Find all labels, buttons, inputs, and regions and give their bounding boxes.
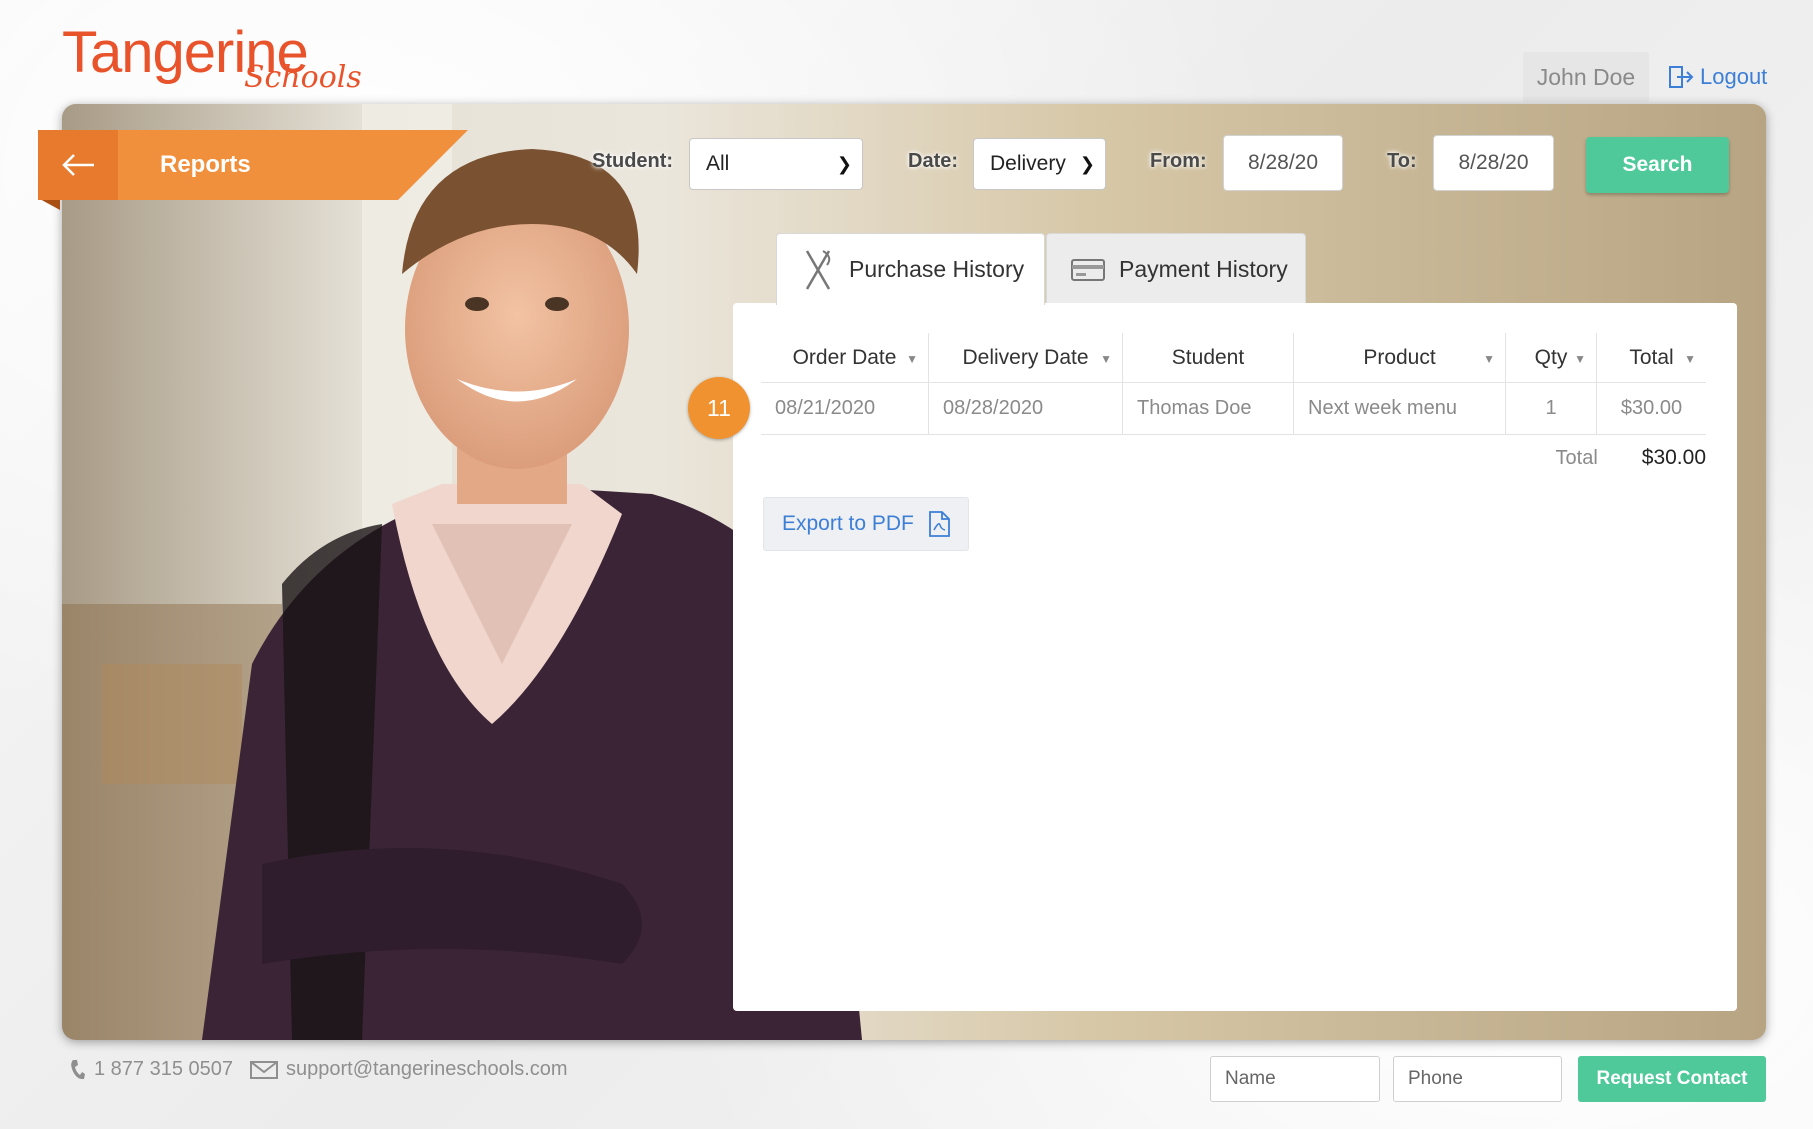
to-label: To: — [1387, 150, 1417, 172]
total-label: Total — [1555, 446, 1598, 469]
logo-subname: Schools — [244, 60, 362, 95]
cell-qty: 1 — [1506, 383, 1597, 434]
phone-icon — [71, 1059, 85, 1079]
table-header: Order Date ▼ Delivery Date ▼ Student Produ… — [761, 333, 1706, 383]
contact-phone-input[interactable]: Phone — [1393, 1056, 1562, 1102]
page-title: Reports — [118, 130, 468, 200]
tab-label: Purchase History — [849, 256, 1025, 282]
user-name-chip[interactable]: John Doe — [1523, 52, 1649, 102]
column-label: Order Date — [792, 345, 897, 369]
from-date-input[interactable]: 8/28/20 — [1223, 135, 1343, 191]
total-value: $30.00 — [1641, 446, 1706, 469]
cell-order-date: 08/21/2020 — [761, 383, 929, 434]
column-header-delivery-date[interactable]: Delivery Date ▼ — [929, 333, 1123, 382]
tab-label: Payment History — [1119, 256, 1288, 282]
search-button[interactable]: Search — [1586, 137, 1729, 193]
to-date-input[interactable]: 8/28/20 — [1433, 135, 1554, 191]
column-label: Qty — [1534, 345, 1568, 369]
column-label: Total — [1629, 345, 1674, 369]
chevron-down-icon: ❯ — [836, 153, 852, 174]
credit-card-icon — [1071, 258, 1105, 281]
from-label: From: — [1150, 150, 1207, 172]
phone-number: 1 877 315 0507 — [94, 1058, 234, 1080]
sort-icon: ▼ — [1100, 352, 1112, 366]
column-header-student[interactable]: Student — [1123, 333, 1294, 382]
request-contact-button[interactable]: Request Contact — [1578, 1056, 1766, 1102]
chevron-down-icon: ❯ — [1079, 153, 1095, 174]
page-title-text: Reports — [160, 151, 251, 178]
column-label: Product — [1363, 345, 1436, 369]
export-pdf-button[interactable]: Export to PDF — [763, 497, 969, 551]
table-total-row: Total $30.00 — [761, 433, 1706, 483]
sort-icon: ▼ — [1483, 352, 1495, 366]
tangerine-logo[interactable]: Tangerine Schools — [62, 18, 362, 98]
cell-total: $30.00 — [1620, 397, 1683, 419]
student-select[interactable]: All ❯ — [689, 138, 863, 190]
logout-label: Logout — [1700, 64, 1768, 89]
sort-icon: ▼ — [906, 352, 918, 366]
pdf-icon — [928, 511, 950, 537]
footer-phone[interactable]: 1 877 315 0507 — [70, 1058, 233, 1081]
column-header-qty[interactable]: Qty ▼ — [1506, 333, 1597, 382]
date-filter-label: Date: — [908, 150, 959, 172]
cell-student: Thomas Doe — [1123, 383, 1294, 434]
contact-name-input[interactable]: Name — [1210, 1056, 1380, 1102]
sort-icon: ▼ — [1574, 352, 1586, 366]
column-header-order-date[interactable]: Order Date ▼ — [761, 333, 929, 382]
column-label: Delivery Date — [962, 345, 1089, 369]
column-header-total[interactable]: Total ▼ — [1597, 333, 1706, 382]
student-filter-label: Student: — [592, 150, 674, 172]
sort-icon: ▼ — [1684, 352, 1696, 366]
date-type-select[interactable]: Delivery ❯ — [973, 138, 1106, 190]
back-button[interactable] — [38, 130, 118, 200]
tab-payment-history[interactable]: Payment History — [1046, 233, 1306, 305]
cell-product: Next week menu — [1294, 383, 1506, 434]
logout-link[interactable]: Logout — [1668, 60, 1767, 94]
date-type-value: Delivery — [990, 152, 1066, 175]
reports-banner: Reports — [38, 130, 468, 210]
table-row[interactable]: 08/21/2020 08/28/2020 Thomas Doe Next we… — [761, 383, 1706, 435]
tab-purchase-history[interactable]: Purchase History — [776, 233, 1045, 305]
footer-email[interactable]: support@tangerineschools.com — [250, 1058, 568, 1081]
email-address: support@tangerineschools.com — [286, 1058, 568, 1080]
export-label: Export to PDF — [782, 512, 914, 535]
logout-icon — [1669, 66, 1694, 88]
step-number-badge: 11 — [688, 377, 750, 439]
envelope-icon — [250, 1060, 278, 1079]
column-label: Student — [1171, 345, 1245, 369]
utensils-icon — [805, 249, 831, 290]
arrow-left-icon — [62, 154, 94, 176]
purchase-table: Order Date ▼ Delivery Date ▼ Student Produ… — [761, 333, 1706, 435]
column-header-product[interactable]: Product ▼ — [1294, 333, 1506, 382]
purchase-history-panel: Order Date ▼ Delivery Date ▼ Student Produ… — [733, 303, 1737, 1011]
cell-delivery-date: 08/28/2020 — [929, 383, 1123, 434]
student-select-value: All — [706, 152, 730, 175]
